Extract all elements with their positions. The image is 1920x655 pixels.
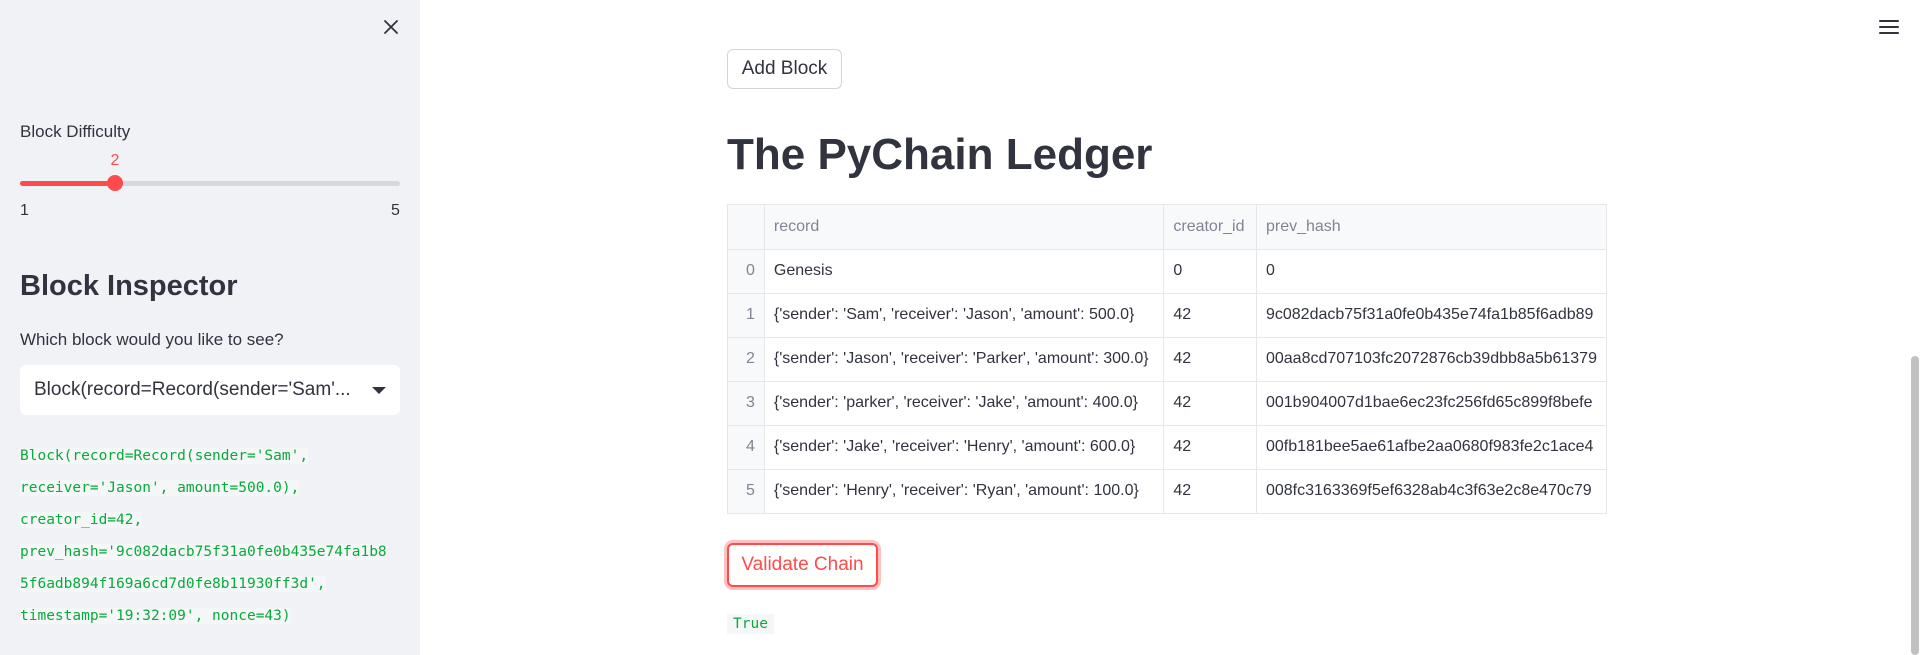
table-row: 5 {'sender': 'Henry', 'receiver': 'Ryan'…	[728, 469, 1607, 514]
validation-result: True	[727, 614, 774, 634]
row-index: 3	[728, 381, 765, 426]
add-block-button[interactable]: Add Block	[727, 49, 842, 89]
table-header-row: record creator_id prev_hash	[728, 205, 1607, 250]
row-index: 5	[728, 469, 765, 514]
record-cell[interactable]: Genesis	[764, 249, 1165, 294]
row-index: 4	[728, 425, 765, 470]
code-line: 5f6adb894f169a6cd7d0fe8b11930ff3d',	[20, 576, 326, 592]
prev-hash-column-header[interactable]: prev_hash	[1256, 205, 1607, 250]
index-column-header	[728, 205, 765, 250]
slider-current-value: 2	[110, 152, 120, 169]
record-cell[interactable]: {'sender': 'Henry', 'receiver': 'Ryan', …	[764, 469, 1165, 514]
block-select[interactable]: Block(record=Record(sender='Sam'...	[20, 365, 400, 415]
ledger-title: The PyChain Ledger	[727, 130, 1153, 179]
slider-fill	[20, 181, 115, 186]
creator-id-column-header[interactable]: creator_id	[1163, 205, 1257, 250]
code-line: prev_hash='9c082dacb75f31a0fe0b435e74fa1…	[20, 544, 387, 560]
chevron-down-icon	[372, 386, 386, 394]
table-row: 4 {'sender': 'Jake', 'receiver': 'Henry'…	[728, 425, 1607, 470]
slider-max-label: 5	[391, 202, 400, 219]
block-difficulty-slider[interactable]	[20, 175, 400, 191]
record-column-header[interactable]: record	[764, 205, 1165, 250]
record-cell[interactable]: {'sender': 'parker', 'receiver': 'Jake',…	[764, 381, 1165, 426]
close-sidebar-button[interactable]	[378, 14, 404, 40]
main-menu-button[interactable]	[1877, 16, 1901, 38]
slider-thumb[interactable]	[107, 175, 123, 191]
ledger-table[interactable]: record creator_id prev_hash 0 Genesis 0 …	[727, 204, 1607, 514]
prev-hash-cell[interactable]: 9c082dacb75f31a0fe0b435e74fa1b85f6adb89	[1256, 293, 1607, 338]
table-row: 3 {'sender': 'parker', 'receiver': 'Jake…	[728, 381, 1607, 426]
hamburger-menu-icon	[1877, 20, 1901, 34]
record-cell[interactable]: {'sender': 'Jason', 'receiver': 'Parker'…	[764, 337, 1165, 382]
code-line: Block(record=Record(sender='Sam',	[20, 448, 309, 464]
row-index: 0	[728, 249, 765, 294]
prev-hash-cell[interactable]: 0	[1256, 249, 1607, 294]
record-cell[interactable]: {'sender': 'Jake', 'receiver': 'Henry', …	[764, 425, 1165, 470]
row-index: 2	[728, 337, 765, 382]
slider-min-label: 1	[20, 202, 29, 219]
creator-id-cell[interactable]: 0	[1163, 249, 1257, 294]
close-icon	[384, 20, 398, 34]
prev-hash-cell[interactable]: 008fc3163369f5ef6328ab4c3f63e2c8e470c79	[1256, 469, 1607, 514]
creator-id-cell[interactable]: 42	[1163, 381, 1257, 426]
block-select-value: Block(record=Record(sender='Sam'...	[34, 379, 351, 400]
block-code-output: Block(record=Record(sender='Sam', receiv…	[20, 440, 402, 632]
page-scrollbar[interactable]	[1911, 356, 1919, 655]
creator-id-cell[interactable]: 42	[1163, 293, 1257, 338]
validate-chain-button[interactable]: Validate Chain	[727, 543, 878, 587]
creator-id-cell[interactable]: 42	[1163, 425, 1257, 470]
sidebar: Block Difficulty 2 1 5 Block Inspector W…	[0, 0, 420, 655]
prev-hash-cell[interactable]: 00fb181bee5ae61afbe2aa0680f983fe2c1ace4	[1256, 425, 1607, 470]
creator-id-cell[interactable]: 42	[1163, 469, 1257, 514]
table-row: 2 {'sender': 'Jason', 'receiver': 'Parke…	[728, 337, 1607, 382]
record-cell[interactable]: {'sender': 'Sam', 'receiver': 'Jason', '…	[764, 293, 1165, 338]
code-line: timestamp='19:32:09', nonce=43)	[20, 608, 291, 624]
block-select-label: Which block would you like to see?	[20, 330, 284, 349]
code-line: creator_id=42,	[20, 512, 143, 528]
block-difficulty-label: Block Difficulty	[20, 122, 131, 141]
prev-hash-cell[interactable]: 001b904007d1bae6ec23fc256fd65c899f8befe	[1256, 381, 1607, 426]
row-index: 1	[728, 293, 765, 338]
table-row: 0 Genesis 0 0	[728, 249, 1607, 294]
table-row: 1 {'sender': 'Sam', 'receiver': 'Jason',…	[728, 293, 1607, 338]
code-line: receiver='Jason', amount=500.0),	[20, 480, 300, 496]
prev-hash-cell[interactable]: 00aa8cd707103fc2072876cb39dbb8a5b61379	[1256, 337, 1607, 382]
creator-id-cell[interactable]: 42	[1163, 337, 1257, 382]
block-inspector-title: Block Inspector	[20, 270, 238, 302]
